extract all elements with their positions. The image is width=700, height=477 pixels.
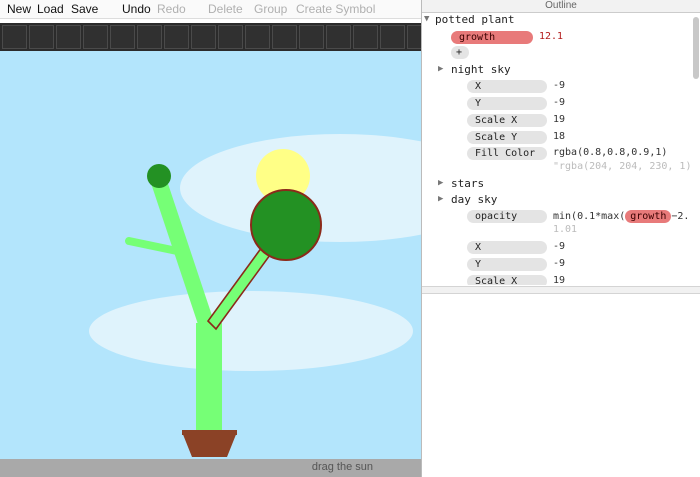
palette-slot[interactable]: [56, 25, 81, 49]
palette-slot[interactable]: [380, 25, 405, 49]
prop-fill-color-label[interactable]: Fill Color: [467, 147, 547, 160]
palette-slot[interactable]: [29, 25, 54, 49]
chevron-down-icon[interactable]: ▼: [424, 14, 429, 24]
palette-slot[interactable]: [245, 25, 270, 49]
prop-y-label[interactable]: Y: [467, 97, 547, 110]
outline-scroll-thumb[interactable]: [693, 17, 699, 79]
panel-splitter[interactable]: [422, 286, 700, 294]
palette-slot[interactable]: [353, 25, 378, 49]
new-button[interactable]: New: [7, 2, 31, 16]
status-bar: drag the sun: [0, 459, 421, 477]
palette-slot[interactable]: [83, 25, 108, 49]
redo-button[interactable]: Redo: [157, 2, 186, 16]
flower-pot-rim[interactable]: [182, 430, 237, 435]
day-prop-x-label[interactable]: X: [467, 241, 547, 254]
lower-empty-pane: [422, 294, 700, 477]
undo-button[interactable]: Undo: [122, 2, 151, 16]
prop-x-label[interactable]: X: [467, 80, 547, 93]
prop-scale-y-label[interactable]: Scale Y: [467, 131, 547, 144]
prop-scale-x-label[interactable]: Scale X: [467, 114, 547, 127]
palette-slot[interactable]: [164, 25, 189, 49]
fill-color-evaluated-hint: "rgba(204, 204, 230, 1)": [553, 161, 692, 172]
plant-bud[interactable]: [147, 164, 171, 188]
opacity-expression[interactable]: min(0.1*max(growth −2.: [553, 210, 689, 223]
day-prop-y-label[interactable]: Y: [467, 258, 547, 271]
prop-scale-x-value[interactable]: 19: [553, 114, 565, 125]
palette-slot[interactable]: [191, 25, 216, 49]
prop-opacity-label[interactable]: opacity: [467, 210, 547, 223]
prop-fill-color-value[interactable]: rgba(0.8,0.8,0.9,1): [553, 147, 667, 158]
status-hint: drag the sun: [311, 461, 373, 473]
outline-scrollbar[interactable]: [692, 13, 700, 286]
group-button[interactable]: Group: [254, 2, 287, 16]
outline-item-stars[interactable]: stars: [451, 177, 484, 190]
day-prop-x-value[interactable]: -9: [553, 241, 565, 252]
prop-x-value[interactable]: -9: [553, 80, 565, 91]
lower-cloud[interactable]: [89, 291, 413, 371]
prop-scale-y-value[interactable]: 18: [553, 131, 565, 142]
palette-slot[interactable]: [110, 25, 135, 49]
day-prop-scale-x-value[interactable]: 19: [553, 275, 565, 285]
symbol-palette: [0, 23, 432, 51]
growth-reference-chip[interactable]: growth: [625, 210, 672, 223]
growth-control[interactable]: growth: [451, 31, 533, 44]
palette-slot[interactable]: [299, 25, 324, 49]
prop-y-value[interactable]: -9: [553, 97, 565, 108]
palette-slot[interactable]: [137, 25, 162, 49]
outline-item-night-sky[interactable]: night sky: [451, 63, 511, 76]
outline-item-potted-plant[interactable]: potted plant: [435, 13, 514, 26]
menu-bar: New Load Save Undo Redo Delete Group Cre…: [0, 0, 421, 19]
opacity-expression-suffix: −2.: [671, 211, 690, 222]
opacity-evaluated-hint: 1.01: [553, 224, 578, 235]
palette-slot[interactable]: [218, 25, 243, 49]
opacity-expression-prefix: min(0.1*max(: [553, 211, 626, 222]
plant-lower-stem[interactable]: [196, 323, 222, 435]
outline-item-day-sky[interactable]: day sky: [451, 193, 497, 206]
delete-button[interactable]: Delete: [208, 2, 243, 16]
create-symbol-button[interactable]: Create Symbol: [296, 2, 375, 16]
day-prop-scale-x-label[interactable]: Scale X: [467, 275, 547, 285]
drawing-canvas[interactable]: [0, 51, 421, 459]
chevron-right-icon[interactable]: ▶: [438, 178, 443, 188]
load-button[interactable]: Load: [37, 2, 64, 16]
add-control-button[interactable]: +: [451, 46, 469, 59]
palette-slot[interactable]: [2, 25, 27, 49]
outline-tree[interactable]: ▼ potted plant growth 12.1 + ▶ night sky…: [422, 13, 692, 285]
chevron-right-icon[interactable]: ▶: [438, 194, 443, 204]
palette-slot[interactable]: [272, 25, 297, 49]
palette-slot[interactable]: [326, 25, 351, 49]
outline-panel: Outline ▼ potted plant growth 12.1 + ▶ n…: [421, 0, 700, 477]
growth-value[interactable]: 12.1: [539, 31, 563, 42]
plant-leaf-crown[interactable]: [250, 189, 322, 261]
outline-title: Outline: [422, 0, 700, 13]
day-prop-y-value[interactable]: -9: [553, 258, 565, 269]
chevron-right-icon[interactable]: ▶: [438, 64, 443, 74]
save-button[interactable]: Save: [71, 2, 98, 16]
